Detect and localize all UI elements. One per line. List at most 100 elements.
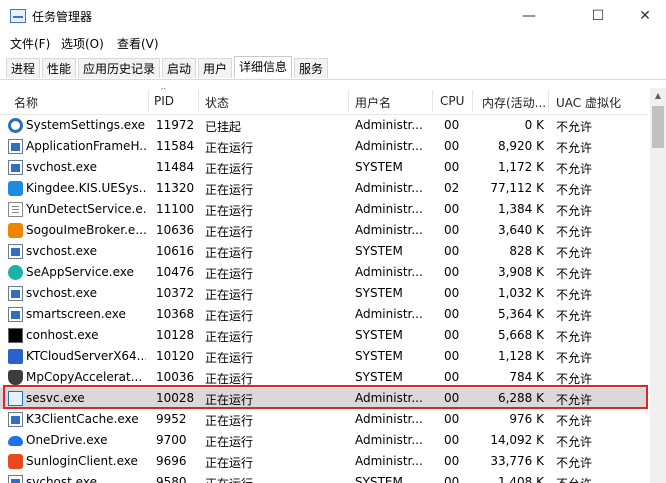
window-icon: [8, 244, 23, 259]
process-cpu: 00: [444, 391, 460, 405]
close-button[interactable]: ✕: [630, 6, 660, 26]
process-user: SYSTEM: [355, 328, 403, 342]
process-uac: 不允许: [556, 267, 593, 281]
process-name: svchost.exe: [26, 475, 97, 483]
kingdee-icon: [8, 181, 23, 196]
scroll-up-arrow-icon[interactable]: ▲: [650, 88, 666, 104]
tab-users[interactable]: 用户: [198, 58, 232, 78]
table-row[interactable]: sesvc.exe 10028 正在运行 Administr... 00 6,288 K 不…: [0, 388, 648, 409]
process-cpu: 00: [444, 139, 460, 153]
table-row[interactable]: SeAppService.exe 10476 正在运行 Administr... 00 3…: [0, 262, 648, 283]
table-row[interactable]: svchost.exe 9580 正在运行 SYSTEM 00 1,408 K 不允许: [0, 472, 648, 483]
tab-processes[interactable]: 进程: [6, 58, 40, 78]
process-status: 正在运行: [205, 162, 254, 176]
scroll-thumb[interactable]: [652, 106, 664, 148]
process-cpu: 00: [444, 118, 460, 132]
process-memory: 1,172 K: [497, 160, 544, 174]
process-memory: 1,384 K: [497, 202, 544, 216]
menu-view[interactable]: 查看(V): [117, 35, 159, 52]
column-uac[interactable]: UAC 虚拟化: [556, 94, 621, 111]
process-cpu: 00: [444, 244, 460, 258]
table-row[interactable]: ApplicationFrameH... 11584 正在运行 Administr..…: [0, 136, 648, 157]
table-row[interactable]: SystemSettings.exe 11972 已挂起 Administr... 00…: [0, 115, 648, 136]
table-row[interactable]: K3ClientCache.exe 9952 正在运行 Administr... 00 9…: [0, 409, 648, 430]
table-row[interactable]: Kingdee.KIS.UESys... 11320 正在运行 Administr..…: [0, 178, 648, 199]
column-divider[interactable]: [432, 90, 433, 112]
document-icon: [8, 202, 23, 217]
process-memory: 0 K: [524, 118, 544, 132]
column-divider[interactable]: [472, 90, 473, 112]
process-pid: 11972: [156, 118, 195, 132]
process-memory: 1,128 K: [497, 349, 544, 363]
tab-startup[interactable]: 启动: [162, 58, 196, 78]
process-pid: 10372: [156, 286, 195, 300]
process-user: Administr...: [355, 223, 423, 237]
table-row[interactable]: MpCopyAccelerat... 10036 正在运行 SYSTEM 00 784 K…: [0, 367, 648, 388]
window-icon: [8, 286, 23, 301]
process-memory: 1,408 K: [497, 475, 544, 483]
process-cpu: 00: [444, 370, 460, 384]
process-status: 正在运行: [205, 141, 254, 155]
menu-options[interactable]: 选项(O): [61, 35, 104, 52]
table-row[interactable]: smartscreen.exe 10368 正在运行 Administr... 00 5,…: [0, 304, 648, 325]
process-name: YunDetectService.e...: [26, 202, 146, 216]
process-user: Administr...: [355, 202, 423, 216]
tab-services[interactable]: 服务: [294, 58, 328, 78]
process-status: 正在运行: [205, 435, 254, 449]
shield-icon: [8, 370, 23, 385]
column-cpu[interactable]: CPU: [440, 94, 464, 108]
window-icon: [8, 475, 23, 483]
process-name: SystemSettings.exe: [26, 118, 146, 132]
process-user: Administr...: [355, 265, 423, 279]
column-pid[interactable]: PID: [154, 94, 174, 108]
table-row[interactable]: SunloginClient.exe 9696 正在运行 Administr... 00…: [0, 451, 648, 472]
column-memory[interactable]: 内存(活动...: [482, 94, 546, 111]
process-status: 正在运行: [205, 393, 254, 407]
maximize-button[interactable]: ☐: [583, 6, 613, 26]
process-uac: 不允许: [556, 225, 593, 239]
process-memory: 8,920 K: [497, 139, 544, 153]
process-user: SYSTEM: [355, 286, 403, 300]
column-divider[interactable]: [148, 90, 149, 112]
table-row[interactable]: svchost.exe 10372 正在运行 SYSTEM 00 1,032 K 不允许: [0, 283, 648, 304]
vertical-scrollbar[interactable]: ▲: [650, 88, 666, 483]
process-pid: 11584: [156, 139, 195, 153]
process-name: conhost.exe: [26, 328, 99, 342]
table-row[interactable]: OneDrive.exe 9700 正在运行 Administr... 00 14,092…: [0, 430, 648, 451]
tab-details[interactable]: 详细信息: [234, 56, 292, 78]
process-name: MpCopyAccelerat...: [26, 370, 143, 384]
process-pid: 11320: [156, 181, 195, 195]
process-user: Administr...: [355, 118, 423, 132]
process-pid: 10036: [156, 370, 195, 384]
table-row[interactable]: YunDetectService.e... 11100 正在运行 Administr.…: [0, 199, 648, 220]
process-status: 正在运行: [205, 456, 254, 470]
window-icon: [8, 160, 23, 175]
process-status: 正在运行: [205, 183, 254, 197]
process-uac: 不允许: [556, 141, 593, 155]
sunlogin-icon: [8, 454, 23, 469]
table-row[interactable]: svchost.exe 10616 正在运行 SYSTEM 00 828 K 不允许: [0, 241, 648, 262]
minimize-button[interactable]: —: [514, 6, 544, 26]
gear-icon: [8, 118, 23, 133]
process-user: SYSTEM: [355, 349, 403, 363]
process-user: SYSTEM: [355, 160, 403, 174]
column-divider[interactable]: [548, 90, 549, 112]
column-username[interactable]: 用户名: [355, 94, 391, 111]
table-row[interactable]: svchost.exe 11484 正在运行 SYSTEM 00 1,172 K 不允许: [0, 157, 648, 178]
tab-performance[interactable]: 性能: [42, 58, 76, 78]
table-row[interactable]: conhost.exe 10128 正在运行 SYSTEM 00 5,668 K 不允许: [0, 325, 648, 346]
column-divider[interactable]: [198, 90, 199, 112]
column-divider[interactable]: [348, 90, 349, 112]
process-uac: 不允许: [556, 475, 626, 483]
process-uac: 不允许: [556, 393, 593, 407]
process-cpu: 00: [444, 328, 460, 342]
table-row[interactable]: SogouImeBroker.e... 10636 正在运行 Administr...…: [0, 220, 648, 241]
column-name[interactable]: 名称: [14, 94, 38, 111]
process-user: Administr...: [355, 181, 423, 195]
table-row[interactable]: KTCloudServerX64... 10120 正在运行 SYSTEM 00 1,12…: [0, 346, 648, 367]
tab-app-history[interactable]: 应用历史记录: [78, 58, 160, 78]
column-status[interactable]: 状态: [205, 94, 229, 111]
menu-file[interactable]: 文件(F): [10, 35, 50, 52]
process-pid: 9952: [156, 412, 187, 426]
window-icon: [8, 307, 23, 322]
